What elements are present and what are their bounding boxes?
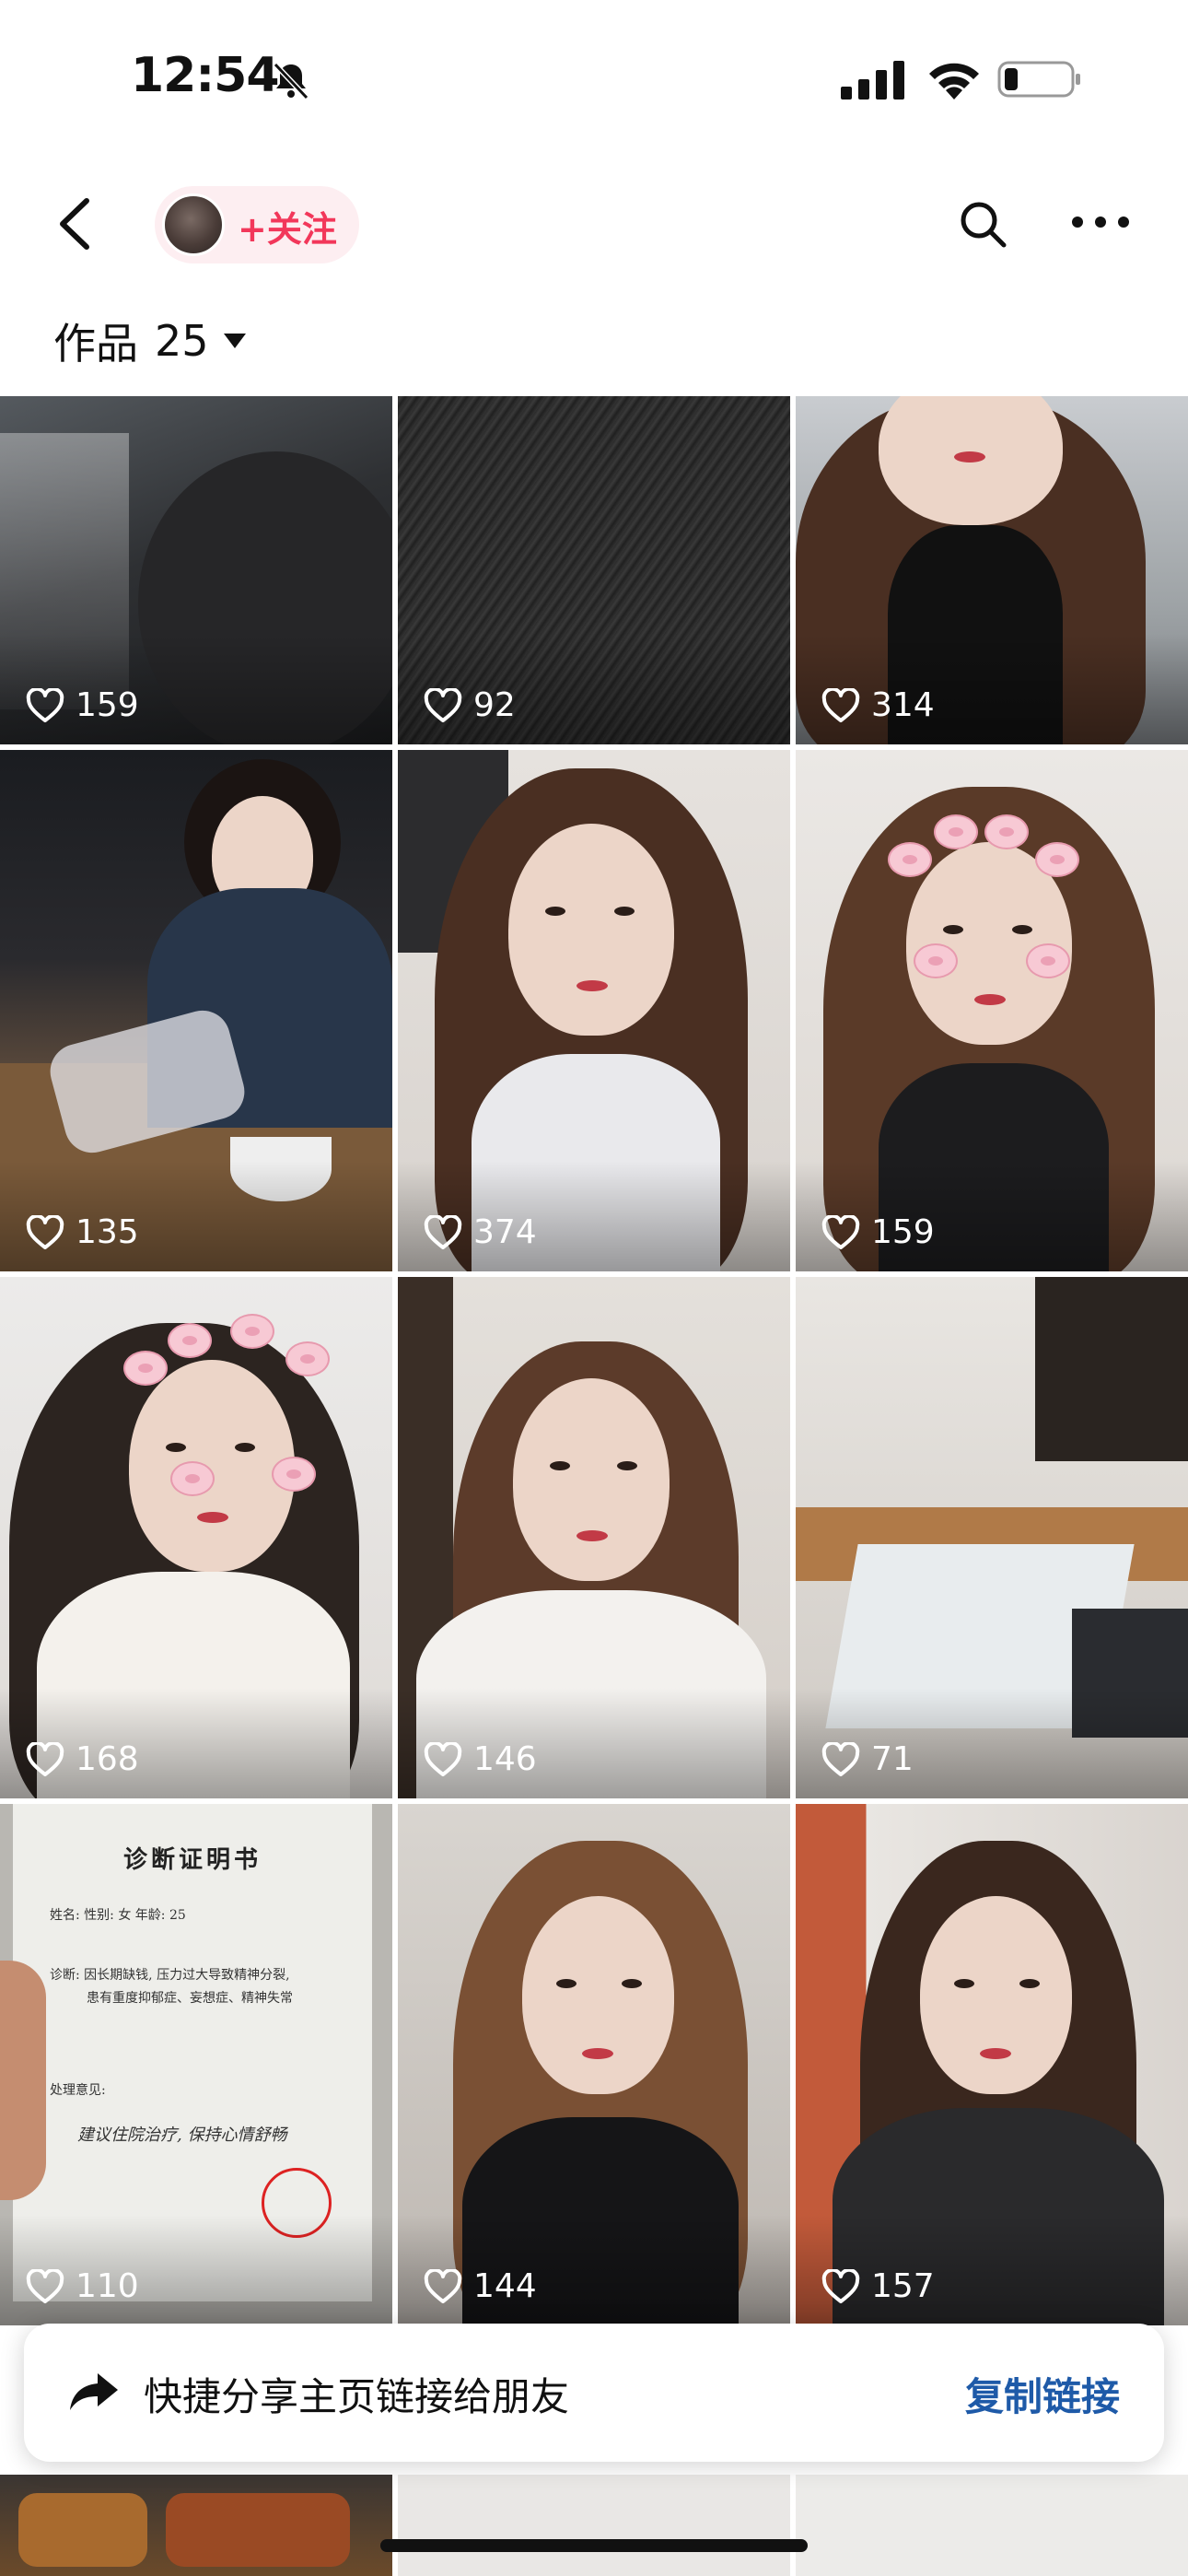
status-time: 12:54 xyxy=(131,48,280,103)
document-line: 诊断: 因长期缺钱, 压力过大导致精神分裂, xyxy=(50,1968,290,1983)
like-count: 92 xyxy=(424,686,516,724)
copy-link-button[interactable]: 复制链接 xyxy=(965,2366,1120,2422)
document-line: 姓名: 性别: 女 年龄: 25 xyxy=(50,1908,186,1923)
share-banner[interactable]: 快捷分享主页链接给朋友 复制链接 xyxy=(24,2324,1164,2462)
work-tile[interactable] xyxy=(398,2475,790,2576)
work-tile[interactable]: 159 xyxy=(0,396,392,744)
heart-outline-icon xyxy=(26,1214,64,1249)
like-count: 159 xyxy=(821,1213,935,1251)
heart-outline-icon xyxy=(821,1214,860,1249)
work-tile[interactable]: 157 xyxy=(796,1804,1188,2325)
heart-outline-icon xyxy=(424,2268,462,2303)
like-count: 159 xyxy=(26,686,139,724)
work-tile[interactable]: 159 xyxy=(796,750,1188,1271)
home-indicator[interactable] xyxy=(380,2539,808,2552)
work-tile[interactable]: 146 xyxy=(398,1277,790,1798)
caret-down-icon[interactable] xyxy=(222,332,248,350)
heart-outline-icon xyxy=(26,687,64,722)
avatar[interactable] xyxy=(162,193,225,256)
wifi-icon xyxy=(929,63,979,100)
heart-outline-icon xyxy=(821,1741,860,1776)
like-count: 146 xyxy=(424,1740,537,1778)
like-count: 157 xyxy=(821,2267,935,2305)
work-tile[interactable]: 135 xyxy=(0,750,392,1271)
works-filter[interactable]: 作品 25 xyxy=(53,309,248,373)
ellipsis-icon[interactable] xyxy=(1068,208,1133,236)
like-count: 71 xyxy=(821,1740,914,1778)
profile-nav-bar: +关注 xyxy=(0,157,1188,290)
heart-outline-icon xyxy=(821,687,860,722)
bell-slash-icon xyxy=(273,62,309,100)
work-tile[interactable]: 92 xyxy=(398,396,790,744)
like-count: 374 xyxy=(424,1213,537,1251)
work-tile[interactable]: 314 xyxy=(796,396,1188,744)
like-count: 314 xyxy=(821,686,935,724)
heart-outline-icon xyxy=(26,2268,64,2303)
heart-outline-icon xyxy=(26,1741,64,1776)
share-arrow-icon xyxy=(70,2373,118,2410)
work-tile[interactable]: 诊断证明书 姓名: 性别: 女 年龄: 25 诊断: 因长期缺钱, 压力过大导致… xyxy=(0,1804,392,2325)
status-bar: 12:54 xyxy=(0,0,1188,157)
works-count: 25 xyxy=(155,316,209,366)
document-line: 处理意见: xyxy=(50,2083,106,2098)
work-tile[interactable] xyxy=(796,2475,1188,2576)
chevron-left-icon[interactable] xyxy=(53,195,99,252)
follow-label: +关注 xyxy=(238,209,337,250)
document-title: 诊断证明书 xyxy=(122,1846,262,1874)
document-line: 建议住院治疗, 保持心情舒畅 xyxy=(77,2125,287,2145)
work-tile[interactable] xyxy=(0,2475,392,2576)
battery-low-icon xyxy=(997,61,1080,98)
like-count: 135 xyxy=(26,1213,139,1251)
share-text: 快捷分享主页链接给朋友 xyxy=(144,2374,570,2419)
cellular-signal-icon xyxy=(841,61,904,100)
like-count: 168 xyxy=(26,1740,139,1778)
work-tile[interactable]: 168 xyxy=(0,1277,392,1798)
heart-outline-icon xyxy=(821,2268,860,2303)
document-line: 患有重度抑郁症、妄想症、精神失常 xyxy=(87,1991,293,2006)
heart-outline-icon xyxy=(424,1214,462,1249)
work-tile[interactable]: 71 xyxy=(796,1277,1188,1798)
heart-outline-icon xyxy=(424,1741,462,1776)
work-tile[interactable]: 374 xyxy=(398,750,790,1271)
like-count: 144 xyxy=(424,2267,537,2305)
follow-button[interactable]: +关注 xyxy=(155,186,359,263)
works-label: 作品 xyxy=(53,319,138,369)
like-count: 110 xyxy=(26,2267,139,2305)
search-icon[interactable] xyxy=(958,199,1007,249)
heart-outline-icon xyxy=(424,687,462,722)
work-tile[interactable]: 144 xyxy=(398,1804,790,2325)
